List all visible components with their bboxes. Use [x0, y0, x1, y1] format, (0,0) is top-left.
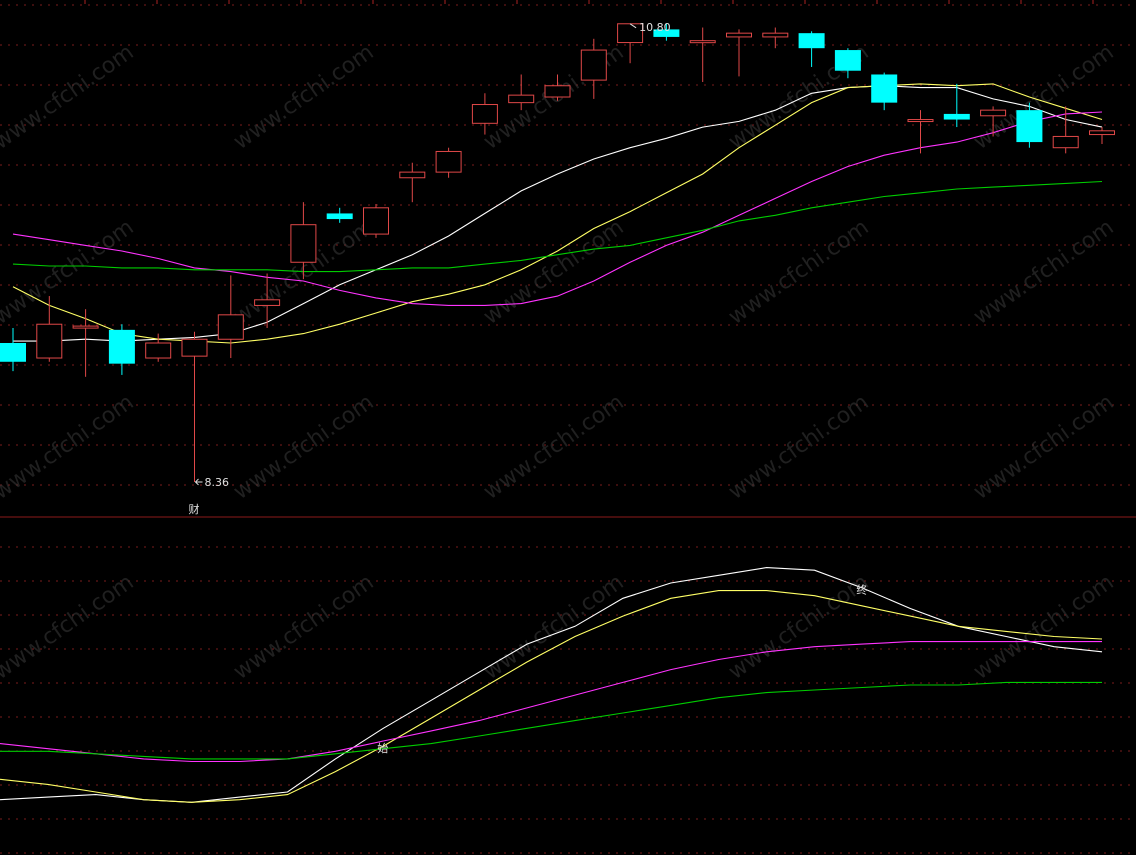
candle	[871, 72, 898, 111]
watermark-text: www.cfchi.com	[724, 390, 873, 505]
candle-body	[689, 40, 716, 44]
event-marker: 财	[189, 502, 200, 516]
low-marker-arrow	[194, 478, 203, 486]
candle	[326, 207, 353, 223]
watermark-text: www.cfchi.com	[0, 390, 139, 505]
watermark-text: www.cfchi.com	[724, 215, 873, 330]
candle-body	[399, 171, 426, 179]
candle	[108, 324, 135, 375]
watermark-text: www.cfchi.com	[479, 215, 628, 330]
candle-body	[1089, 130, 1115, 136]
candle-body	[943, 113, 970, 120]
candle	[36, 296, 63, 362]
candle-body	[471, 104, 498, 124]
candle	[72, 309, 99, 377]
candle-body	[980, 109, 1007, 117]
candle-body	[36, 323, 63, 359]
candle-body	[798, 33, 825, 49]
watermark-text: www.cfchi.com	[229, 40, 378, 155]
low-price-label: 8.36	[205, 476, 230, 489]
watermark-text: www.cfchi.com	[0, 570, 139, 685]
chart: www.cfchi.com www.cfchi.com www.cfchi.com w…	[0, 0, 1136, 854]
watermark-text: www.cfchi.com	[229, 570, 378, 685]
indicator-marker: 始	[377, 741, 388, 755]
candle-body	[363, 207, 389, 235]
candle-body	[508, 94, 535, 104]
watermark-text: www.cfchi.com	[969, 40, 1118, 155]
candle	[399, 162, 426, 203]
watermark-text: www.cfchi.com	[969, 570, 1118, 685]
watermark-text: www.cfchi.com	[969, 390, 1118, 505]
candle	[363, 204, 389, 238]
candle-body	[0, 343, 26, 362]
candlestick-layer	[0, 23, 1115, 482]
candle-body	[580, 49, 607, 81]
candle-body	[254, 299, 281, 306]
candle	[689, 27, 716, 82]
high-price-label: 10.80	[639, 21, 671, 34]
watermark-text: www.cfchi.com	[479, 390, 628, 505]
candle-body	[145, 342, 172, 359]
indicator-line-4	[0, 681, 1102, 760]
candle	[798, 31, 825, 67]
moving-average-line-2	[12, 83, 1103, 344]
watermark-text: www.cfchi.com	[479, 570, 628, 685]
watermark-text: www.cfchi.com	[969, 215, 1118, 330]
candle-body	[326, 213, 353, 220]
candle	[0, 327, 26, 372]
watermark-text: www.cfchi.com	[0, 40, 139, 155]
candle	[217, 275, 244, 359]
indicator-line-3	[0, 641, 1102, 763]
candle-body	[108, 329, 135, 364]
candle	[435, 147, 462, 178]
indicator-layer	[0, 567, 1103, 803]
watermark-layer: www.cfchi.com www.cfchi.com www.cfchi.com w…	[0, 40, 1119, 685]
candle-body	[544, 85, 571, 98]
candle	[1089, 127, 1115, 144]
candle-body	[290, 224, 317, 263]
moving-average-layer	[12, 83, 1103, 344]
candle-body	[726, 32, 752, 38]
candle	[726, 29, 752, 77]
candle-body	[1016, 110, 1043, 143]
watermark-text: www.cfchi.com	[229, 390, 378, 505]
moving-average-line-1	[13, 85, 1103, 342]
watermark-text: www.cfchi.com	[724, 570, 873, 685]
candle-body	[1052, 135, 1079, 149]
candle-body	[907, 119, 934, 123]
indicator-marker: 终	[856, 583, 867, 597]
candle-body	[181, 338, 208, 357]
candle-body	[217, 314, 244, 340]
candle-body	[72, 325, 99, 329]
candle-body	[762, 32, 789, 38]
candle-body	[435, 150, 462, 173]
candle-body	[871, 74, 898, 103]
candle-body	[834, 50, 861, 71]
candle	[181, 331, 208, 482]
